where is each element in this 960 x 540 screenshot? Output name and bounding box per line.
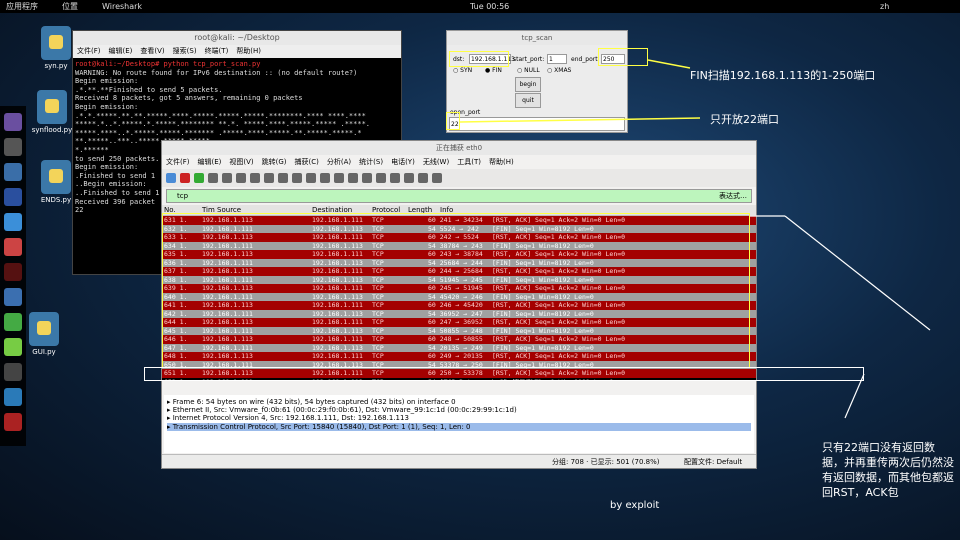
- signature: by exploit: [610, 500, 660, 511]
- annotation-open-port: 只开放22端口: [710, 113, 779, 126]
- annotation-fin-scan: FIN扫描192.168.1.113的1-250端口: [690, 69, 876, 82]
- annotation-explanation: 只有22端口没有返回数据，并再重传两次后仍然没有返回数据，而其他包都返回RST，…: [822, 441, 954, 499]
